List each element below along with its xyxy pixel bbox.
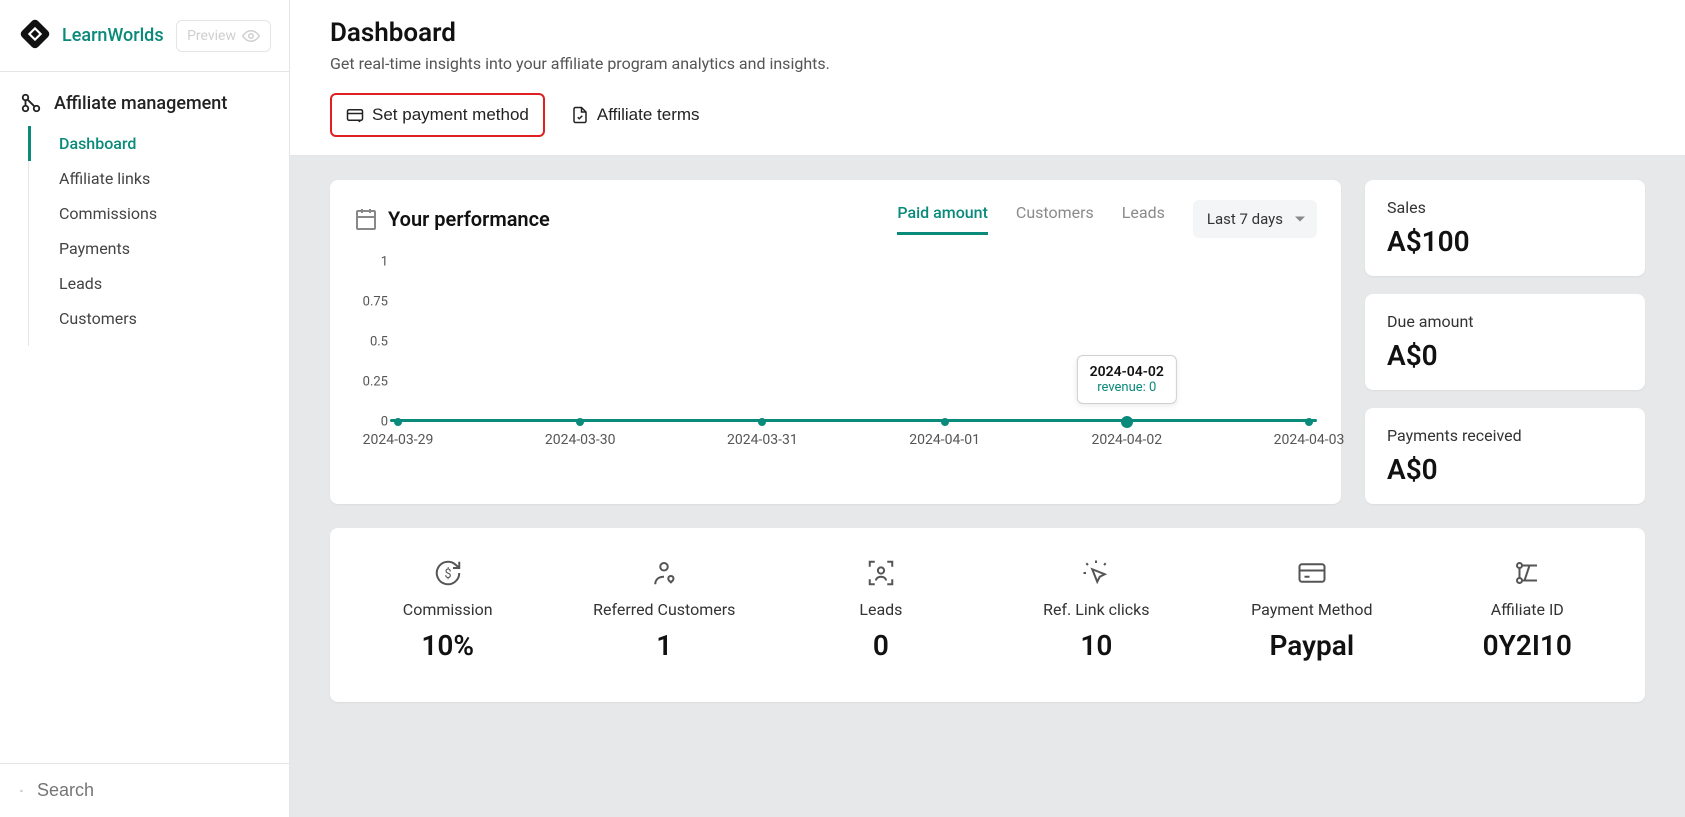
section-title: Affiliate management [54,93,227,114]
y-tick: 0.25 [354,375,388,390]
id-icon [1510,556,1544,590]
affiliate-icon [20,92,42,114]
sidebar-item-label: Leads [59,274,102,293]
summary-label: Affiliate ID [1491,600,1564,619]
sidebar-item-label: Affiliate links [59,169,150,188]
sidebar: LearnWorlds Preview Affiliate management… [0,0,290,817]
sidebar-item-commissions[interactable]: Commissions [28,196,289,231]
chart-tooltip: 2024-04-02revenue: 0 [1077,355,1177,404]
affiliate-terms-label: Affiliate terms [597,105,700,125]
calendar-icon [354,207,378,231]
document-check-icon [571,106,589,124]
set-payment-method-button[interactable]: Set payment method [330,93,545,137]
sidebar-item-dashboard[interactable]: Dashboard [28,126,289,161]
brand-name: LearnWorlds [62,25,164,46]
payments-received-card: Payments received A$0 [1365,408,1645,504]
brand-bar: LearnWorlds Preview [0,0,289,72]
page-header: Dashboard Get real-time insights into yo… [290,0,1685,93]
focus-user-icon [864,556,898,590]
svg-text:$: $ [444,567,451,582]
y-tick: 0.75 [354,295,388,310]
page-title: Dashboard [330,18,1645,48]
payments-received-value: A$0 [1387,453,1623,486]
payments-received-label: Payments received [1387,426,1623,445]
sidebar-item-label: Payments [59,239,130,258]
sidebar-item-affiliate-links[interactable]: Affiliate links [28,161,289,196]
sales-card: Sales A$100 [1365,180,1645,276]
x-tick: 2024-04-02 [1091,432,1162,448]
y-tick: 0 [354,415,388,430]
x-tick: 2024-03-31 [727,432,798,448]
y-tick: 1 [354,255,388,270]
sidebar-search[interactable] [0,763,289,817]
dashboard-content: Your performance Paid amount Customers L… [290,156,1685,817]
due-amount-value: A$0 [1387,339,1623,372]
sidebar-item-payments[interactable]: Payments [28,231,289,266]
date-range-value: Last 7 days [1193,200,1317,238]
search-input[interactable] [37,780,269,801]
metric-tab-leads[interactable]: Leads [1122,203,1165,235]
x-tick: 2024-03-30 [545,432,616,448]
summary-referred-customers: Referred Customers 1 [593,556,735,662]
summary-label: Referred Customers [593,600,735,619]
preview-button-label: Preview [187,28,236,44]
card-icon [1295,556,1329,590]
x-tick: 2024-04-01 [909,432,980,448]
x-tick: 2024-04-03 [1274,432,1345,448]
summary-value: 10 [1080,629,1112,662]
summary-value: 0Y2I10 [1483,629,1572,662]
metric-tab-customers[interactable]: Customers [1016,203,1094,235]
set-payment-method-label: Set payment method [372,105,529,125]
page-subtitle: Get real-time insights into your affilia… [330,54,1645,73]
refresh-dollar-icon: $ [431,556,465,590]
sidebar-item-label: Commissions [59,204,157,223]
x-tick: 2024-03-29 [363,432,434,448]
summary-label: Ref. Link clicks [1043,600,1149,619]
performance-title: Your performance [388,207,550,231]
user-heart-icon [647,556,681,590]
sidebar-item-label: Customers [59,309,137,328]
summary-ref-link-clicks: Ref. Link clicks 10 [1026,556,1166,662]
summary-row: $ Commission 10% Referred Customers 1 Le… [330,528,1645,702]
sidebar-item-leads[interactable]: Leads [28,266,289,301]
section-head: Affiliate management [0,72,289,126]
summary-affiliate-id: Affiliate ID 0Y2I10 [1457,556,1597,662]
preview-button[interactable]: Preview [176,20,271,52]
action-tabs: Set payment method Affiliate terms [290,93,1685,156]
summary-value: 0 [873,629,889,662]
summary-label: Leads [859,600,902,619]
main: Dashboard Get real-time insights into yo… [290,0,1685,817]
sidebar-item-label: Dashboard [59,134,136,153]
summary-label: Payment Method [1251,600,1372,619]
summary-payment-method: Payment Method Paypal [1242,556,1382,662]
performance-chart: 00.250.50.751 2024-04-02revenue: 0 2024-… [354,262,1317,452]
y-tick: 0.5 [354,335,388,350]
sidebar-item-customers[interactable]: Customers [28,301,289,336]
performance-card: Your performance Paid amount Customers L… [330,180,1341,504]
eye-icon [242,27,260,45]
search-icon [20,781,23,801]
summary-label: Commission [403,600,493,619]
brand-logo-icon [18,17,52,55]
date-range-select[interactable]: Last 7 days [1193,200,1317,238]
summary-commission: $ Commission 10% [378,556,518,662]
credit-card-icon [346,106,364,124]
affiliate-terms-button[interactable]: Affiliate terms [555,93,716,137]
sidebar-nav: Dashboard Affiliate links Commissions Pa… [28,126,289,346]
summary-value: 10% [421,629,474,662]
sales-value: A$100 [1387,225,1623,258]
click-icon [1079,556,1113,590]
summary-value: Paypal [1269,629,1354,662]
summary-value: 1 [656,629,672,662]
metric-tab-paid-amount[interactable]: Paid amount [897,203,988,235]
sales-label: Sales [1387,198,1623,217]
due-amount-card: Due amount A$0 [1365,294,1645,390]
due-amount-label: Due amount [1387,312,1623,331]
summary-leads: Leads 0 [811,556,951,662]
